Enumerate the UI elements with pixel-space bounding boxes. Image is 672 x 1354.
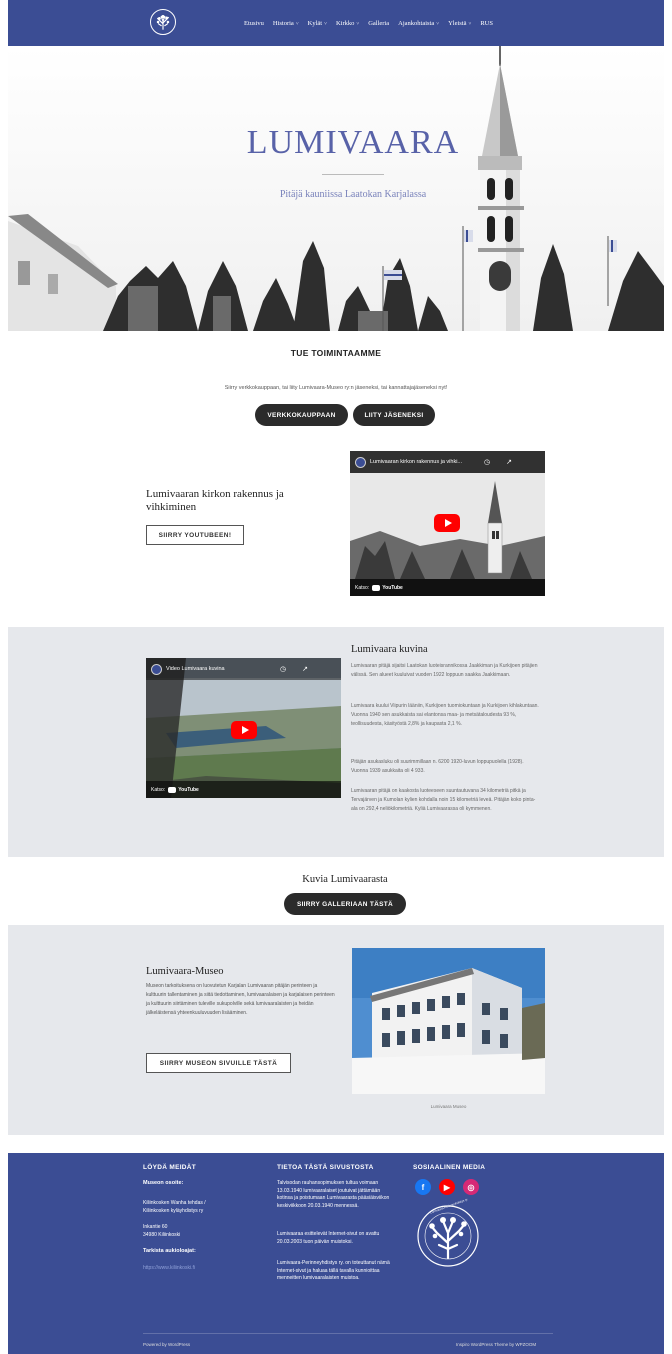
support-text: Siirry verkkokauppaan, tai liity Lumivaa… xyxy=(224,385,448,391)
support-heading: TUE TOIMINTAAMME xyxy=(290,348,382,358)
hero-title: LUMIVAARA xyxy=(246,124,460,161)
join-button[interactable]: LIITY JÄSENEKSI xyxy=(353,404,435,426)
footer-find-us-heading: LÖYDÄ MEIDÄT xyxy=(143,1164,197,1171)
museum-photo-caption: Lumivaara Museo xyxy=(430,1104,467,1109)
site-logo[interactable] xyxy=(150,9,176,35)
theme-credit-link[interactable]: Inspiro WordPress Theme by WPZOOM xyxy=(456,1342,536,1347)
facebook-icon[interactable]: f xyxy=(415,1179,431,1195)
nav-item-label: Ajankohtaista xyxy=(398,19,435,27)
top-navbar: Etusivu Historia ˅ Kylät ˅ Kirkko ˅ Galleria Aja… xyxy=(8,0,664,46)
pictures-video-embed[interactable]: Video Lumivaara kuvina ◷ ↗ Katso: YouTub… xyxy=(146,658,341,798)
nav-item-label: Yleistä xyxy=(448,19,467,27)
museum-section xyxy=(8,925,664,1135)
address-line-3: Inkantie 60 xyxy=(143,1224,168,1230)
nav-item-label: Historia xyxy=(272,19,294,27)
nav-item-label: Etusivu xyxy=(244,19,264,27)
nav-item-yleistä[interactable]: Yleistä ˅ xyxy=(448,20,471,27)
pictures-paragraph-2: Lumivaara kuului Viipurin lääniin, Kurki… xyxy=(351,703,539,727)
video-title-bar: Lumivaaran kirkon rakennus ja vihki... ◷… xyxy=(350,451,545,473)
gallery-button[interactable]: SIIRRY GALLERIAAN TÄSTÄ xyxy=(284,893,406,915)
watch-label: Katso: xyxy=(151,786,166,793)
powered-by-link[interactable]: Powered by WordPress xyxy=(143,1342,190,1347)
chevron-down-icon: ˅ xyxy=(324,21,327,27)
share-icon[interactable]: ↗ xyxy=(302,665,308,673)
address-line-4: 34980 Kiliinkoski xyxy=(143,1232,181,1238)
footer-divider xyxy=(143,1333,553,1334)
address-line-2: Kiliinkosken kyläyhdistys ry xyxy=(143,1208,204,1214)
video-title[interactable]: Lumivaaran kirkon rakennus ja vihki... xyxy=(370,459,480,465)
tree-logo-icon xyxy=(156,14,170,30)
pictures-paragraph-3: Pitäjän asukasluku oli suurimmillaan n. … xyxy=(351,759,524,774)
main-menu: Etusivu Historia ˅ Kylät ˅ Kirkko ˅ Galleria Aja… xyxy=(244,0,493,46)
address-heading: Museon osoite: xyxy=(143,1180,184,1186)
shop-button[interactable]: VERKKOKAUPPAAN xyxy=(255,404,348,426)
footer-social-heading: SOSIAALINEN MEDIA xyxy=(413,1164,486,1171)
pictures-heading: Lumivaara kuvina xyxy=(351,644,428,655)
museum-button[interactable]: SIIRRY MUSEON SIVUILLE TÄSTÄ xyxy=(146,1053,291,1073)
museum-text: Museon tarkoituksena on luovutetun Karja… xyxy=(146,983,335,1016)
youtube-logo-icon[interactable]: YouTube xyxy=(372,584,403,591)
chevron-down-icon: ˅ xyxy=(295,21,299,27)
clock-icon[interactable]: ◷ xyxy=(280,665,286,673)
play-button-icon[interactable] xyxy=(434,514,460,532)
tree-emblem-icon xyxy=(417,1205,479,1267)
nav-item-rus[interactable]: RUS xyxy=(480,20,493,27)
nav-item-label: Kylät xyxy=(307,19,323,27)
museum-photo xyxy=(352,948,545,1094)
association-emblem: Lumivaara-Perinneyhdistys ry xyxy=(415,1197,481,1269)
youtube-logo-text: YouTube xyxy=(178,786,199,793)
youtube-logo-text: YouTube xyxy=(382,584,403,591)
nav-item-historia[interactable]: Historia ˅ xyxy=(273,20,299,27)
opening-hours-link[interactable]: https://www.kiliinkoski.fi xyxy=(143,1265,195,1273)
chevron-down-icon: ˅ xyxy=(468,21,472,27)
about-paragraph-1: Talvisodan rauhansopimuksen tultua voima… xyxy=(277,1180,390,1209)
page: Etusivu Historia ˅ Kylät ˅ Kirkko ˅ Galleria Aja… xyxy=(0,0,672,1354)
nav-item-label: RUS xyxy=(480,19,493,27)
share-icon[interactable]: ↗ xyxy=(506,458,512,466)
video-title-bar: Video Lumivaara kuvina ◷ ↗ xyxy=(146,658,341,680)
watch-label: Katso: xyxy=(355,584,370,591)
church-video-embed[interactable]: Lumivaaran kirkon rakennus ja vihki... ◷… xyxy=(350,451,545,596)
site-footer: LÖYDÄ MEIDÄT Museon osoite: Kiliinkosken… xyxy=(8,1153,664,1354)
chevron-down-icon: ˅ xyxy=(436,21,440,27)
museum-heading: Lumivaara-Museo xyxy=(146,966,224,977)
hero-divider xyxy=(322,174,384,175)
nav-item-label: Galleria xyxy=(368,19,390,27)
museum-building-image xyxy=(352,948,545,1094)
youtube-button[interactable]: SIIRRY YOUTUBEEN! xyxy=(146,525,244,545)
pictures-paragraph-1: Lumivaaran pitäjä sijaitsi Laatokan luot… xyxy=(351,663,538,678)
video-title[interactable]: Video Lumivaara kuvina xyxy=(166,666,276,672)
nav-item-galleria[interactable]: Galleria xyxy=(368,20,389,27)
channel-avatar xyxy=(355,456,366,468)
footer-about-heading: TIETOA TÄSTÄ SIVUSTOSTA xyxy=(277,1164,374,1171)
nav-item-kirkko[interactable]: Kirkko ˅ xyxy=(336,20,359,27)
clock-icon[interactable]: ◷ xyxy=(484,458,490,466)
nav-item-etusivu[interactable]: Etusivu xyxy=(244,20,264,27)
address-line-1: Kiliinkosken Wanha tehdas / xyxy=(143,1200,206,1206)
youtube-logo-icon[interactable]: YouTube xyxy=(168,786,199,793)
about-paragraph-2: Lumivaaraa esittelevät Internet-sivut on… xyxy=(277,1231,380,1245)
about-paragraph-3: Lumivaara-Perinneyhdistys ry. on toteutt… xyxy=(277,1260,390,1281)
channel-avatar xyxy=(151,663,162,675)
gallery-heading: Kuvia Lumivaarasta xyxy=(302,874,388,885)
hero-subtitle: Pitäjä kauniissa Laatokan Karjalassa xyxy=(279,189,427,200)
pictures-paragraph-4: Lumivaaran pitäjä on kaakosta luoteeseen… xyxy=(351,788,536,812)
nav-item-kylät[interactable]: Kylät ˅ xyxy=(308,20,327,27)
play-button-icon[interactable] xyxy=(231,721,257,739)
nav-item-ajankohtaista[interactable]: Ajankohtaista ˅ xyxy=(398,20,439,27)
nav-item-label: Kirkko xyxy=(335,19,355,27)
opening-hours-heading: Tarkista aukioloajat: xyxy=(143,1248,196,1254)
video-bottom-bar: Katso: YouTube xyxy=(350,579,545,596)
chevron-down-icon: ˅ xyxy=(356,21,360,27)
video-bottom-bar: Katso: YouTube xyxy=(146,781,341,798)
hero-banner: LUMIVAARA Pitäjä kauniissa Laatokan Karj… xyxy=(8,46,664,331)
church-video-heading: Lumivaaran kirkon rakennus ja vihkiminen xyxy=(146,488,284,513)
instagram-icon[interactable]: ◎ xyxy=(463,1179,479,1195)
youtube-icon[interactable]: ▶ xyxy=(439,1179,455,1195)
